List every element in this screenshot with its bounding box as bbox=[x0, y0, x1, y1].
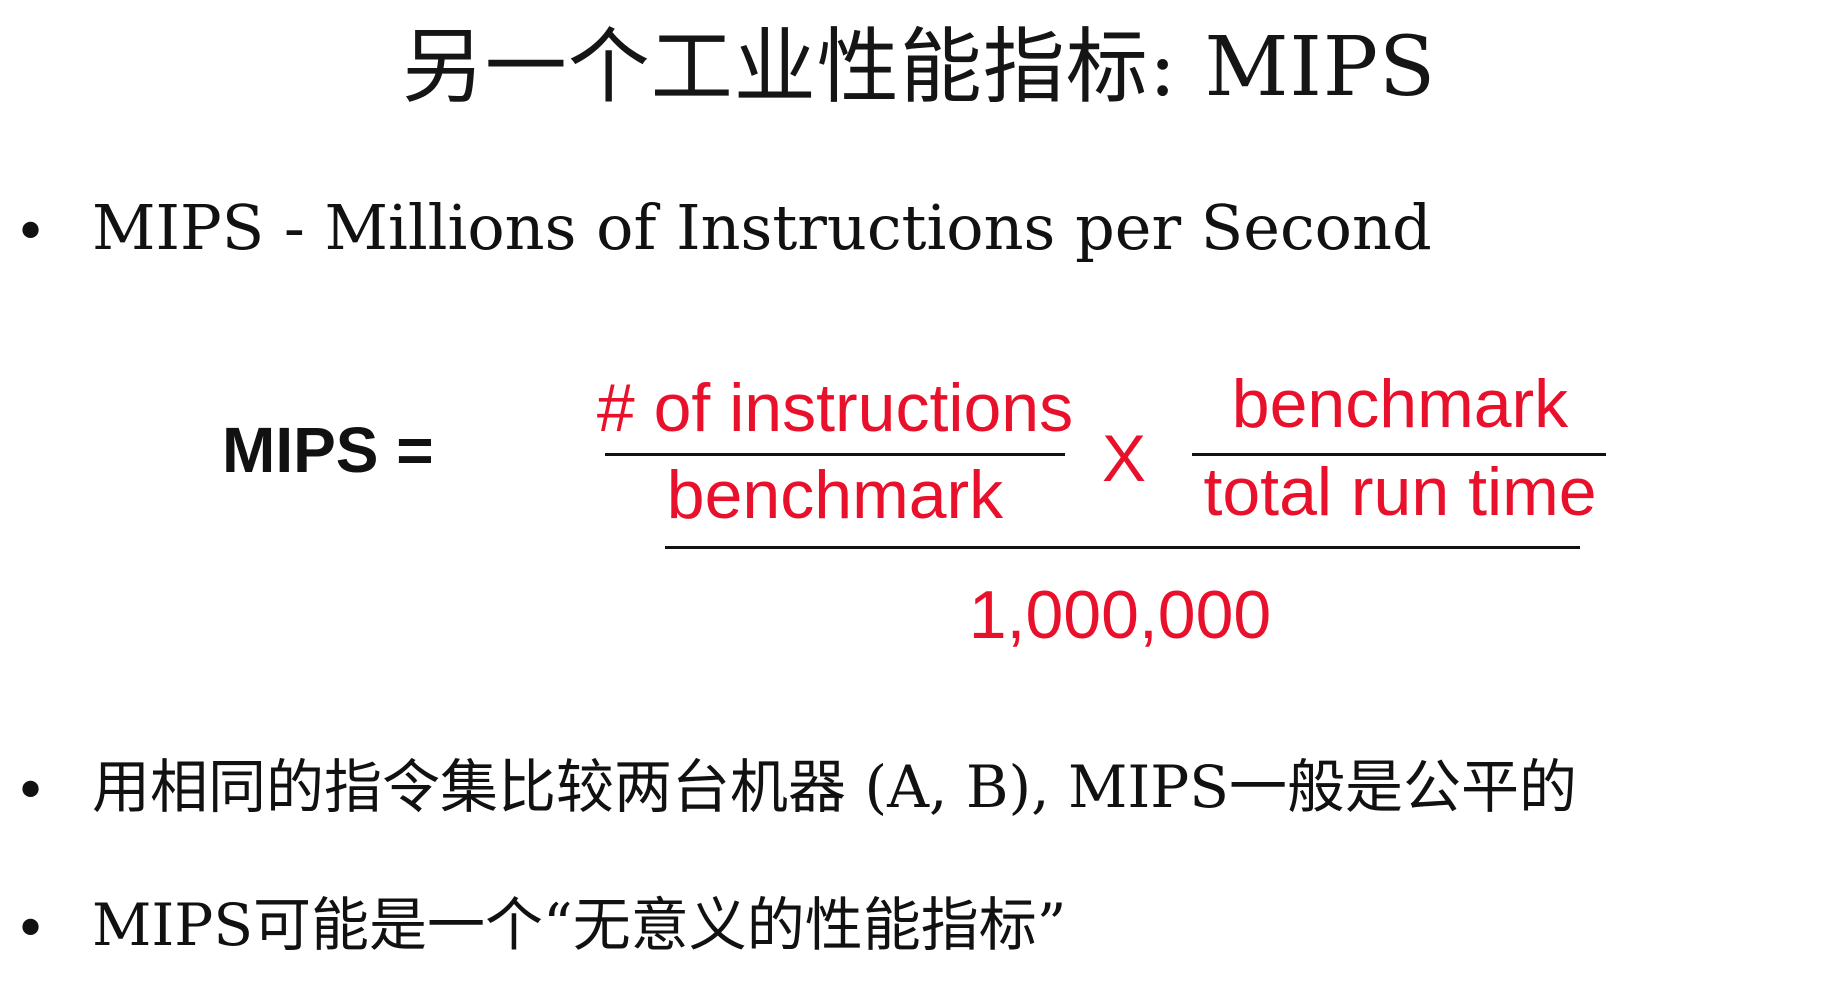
slide: 另一个工业性能指标: MIPS • MIPS - Millions of Ins… bbox=[0, 0, 1838, 998]
bullet-dot: • bbox=[14, 759, 48, 824]
formula-lhs: MIPS = bbox=[222, 414, 434, 486]
multiply-operator: X bbox=[1102, 421, 1147, 495]
outer-denominator: 1,000,000 bbox=[968, 577, 1272, 653]
fraction1-numerator: # of instructions bbox=[596, 370, 1074, 446]
bullet-item-fair-comparison: • 用相同的指令集比较两台机器 (A, B), MIPS一般是公平的 bbox=[0, 742, 1838, 832]
bullet-text: 用相同的指令集比较两台机器 (A, B), MIPS一般是公平的 bbox=[92, 753, 1578, 821]
bullet-dot: • bbox=[14, 897, 48, 962]
bullet-text: MIPS可能是一个“无意义的性能指标” bbox=[92, 891, 1067, 959]
fraction2-denominator: total run time bbox=[1203, 454, 1597, 530]
main-fraction-bar bbox=[665, 546, 1580, 549]
fraction2-numerator: benchmark bbox=[1231, 366, 1569, 442]
fraction1-denominator: benchmark bbox=[666, 457, 1004, 533]
mips-formula: MIPS = # of instructions benchmark X ben… bbox=[0, 0, 1838, 998]
bullet-item-meaningless-metric: • MIPS可能是一个“无意义的性能指标” bbox=[0, 880, 1838, 970]
